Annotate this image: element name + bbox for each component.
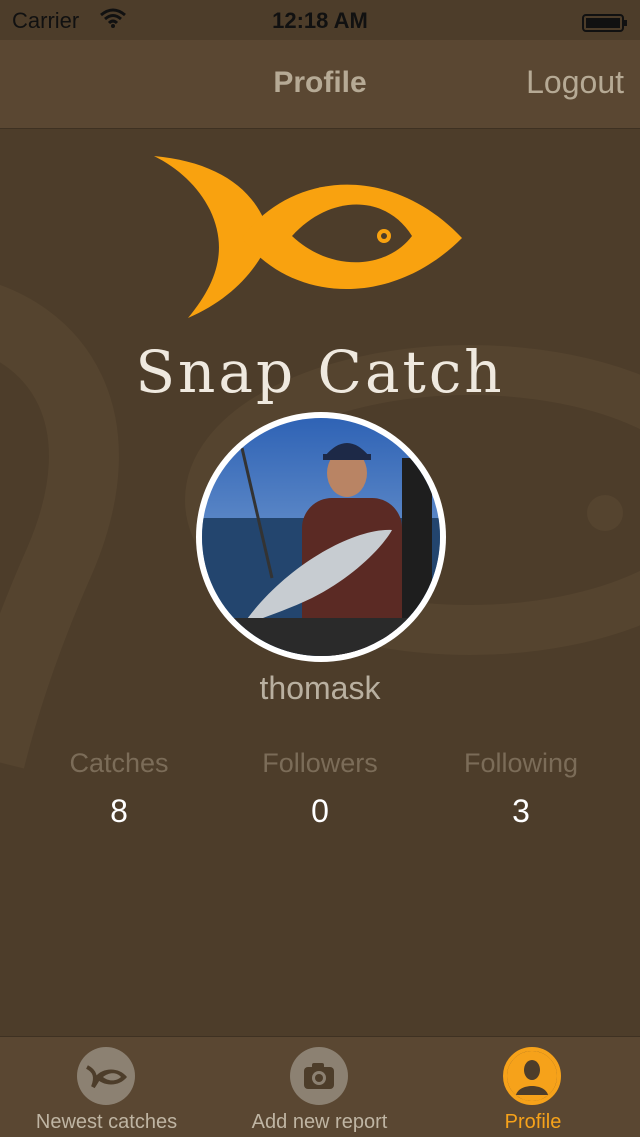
navigation-bar: Profile Logout bbox=[0, 40, 640, 129]
person-icon bbox=[503, 1047, 561, 1105]
tab-newest-catches[interactable]: Newest catches bbox=[0, 1037, 213, 1137]
tab-profile[interactable]: Profile bbox=[426, 1037, 640, 1137]
stat-followers[interactable]: Followers 0 bbox=[220, 748, 420, 830]
tab-add-new-report[interactable]: Add new report bbox=[213, 1037, 426, 1137]
status-bar: Carrier 12:18 AM bbox=[0, 0, 640, 40]
fish-icon bbox=[77, 1047, 135, 1105]
battery-icon bbox=[582, 12, 628, 32]
camera-icon bbox=[290, 1047, 348, 1105]
stat-value: 3 bbox=[512, 793, 530, 829]
stat-following[interactable]: Following 3 bbox=[421, 748, 621, 830]
tab-bar: Newest catches Add new report Profile bbox=[0, 1036, 640, 1137]
stat-label: Following bbox=[463, 748, 579, 778]
tab-label: Newest catches bbox=[35, 1111, 178, 1133]
logout-button[interactable]: Logout bbox=[526, 64, 624, 101]
logo-text: Snap Catch bbox=[135, 338, 505, 406]
stat-value: 0 bbox=[311, 793, 329, 829]
fish-logo-icon bbox=[154, 156, 462, 318]
tab-label: Profile bbox=[504, 1111, 562, 1133]
stat-label: Followers bbox=[262, 748, 378, 778]
username-label: thomask bbox=[259, 670, 381, 706]
stat-catches[interactable]: Catches 8 bbox=[19, 748, 219, 830]
tab-label: Add new report bbox=[251, 1111, 388, 1133]
stat-value: 8 bbox=[110, 793, 128, 829]
avatar[interactable] bbox=[196, 412, 446, 662]
status-time: 12:18 AM bbox=[272, 8, 368, 33]
profile-photo bbox=[202, 418, 440, 656]
stat-label: Catches bbox=[69, 748, 169, 778]
